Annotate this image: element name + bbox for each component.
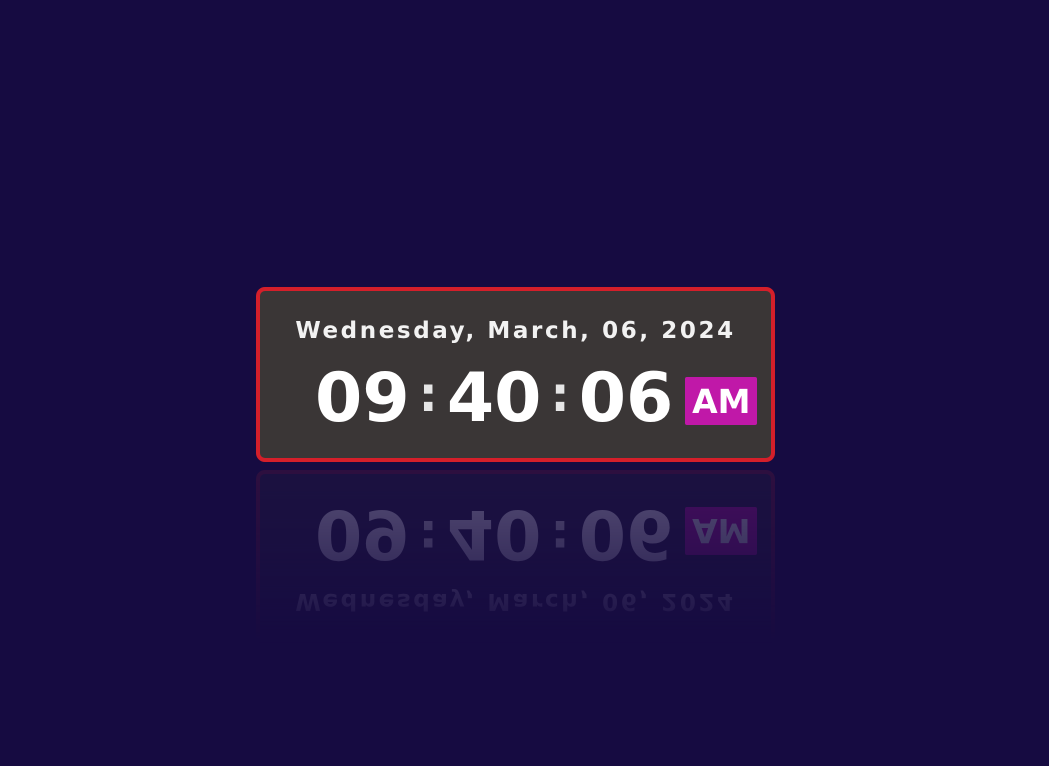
- reflection-seconds: 06: [578, 494, 674, 573]
- clock-reflection: Wednesday, March, 06, 2024 09 : 40 : 06 …: [256, 470, 775, 645]
- clock-page: Wednesday, March, 06, 2024 09 : 40 : 06 …: [0, 0, 1049, 766]
- clock-separator: :: [418, 367, 438, 423]
- reflection-separator: :: [550, 509, 570, 565]
- reflection-meridiem-badge: AM: [685, 507, 758, 555]
- clock-meridiem-badge: AM: [685, 377, 758, 425]
- clock-hours: 09: [315, 359, 410, 438]
- reflection-panel: Wednesday, March, 06, 2024 09 : 40 : 06 …: [256, 470, 775, 645]
- reflection-time: 09 : 40 : 06 AM: [315, 494, 758, 573]
- clock-minutes: 40: [446, 359, 542, 438]
- digital-clock-panel: Wednesday, March, 06, 2024 09 : 40 : 06 …: [256, 287, 775, 462]
- clock-seconds: 06: [578, 359, 674, 438]
- clock-time: 09 : 40 : 06 AM: [315, 359, 758, 438]
- reflection-date: Wednesday, March, 06, 2024: [295, 588, 736, 614]
- reflection-minutes: 40: [446, 494, 542, 573]
- reflection-separator: :: [418, 509, 438, 565]
- reflection-hours: 09: [315, 494, 410, 573]
- clock-separator: :: [550, 367, 570, 423]
- clock-date: Wednesday, March, 06, 2024: [295, 318, 736, 344]
